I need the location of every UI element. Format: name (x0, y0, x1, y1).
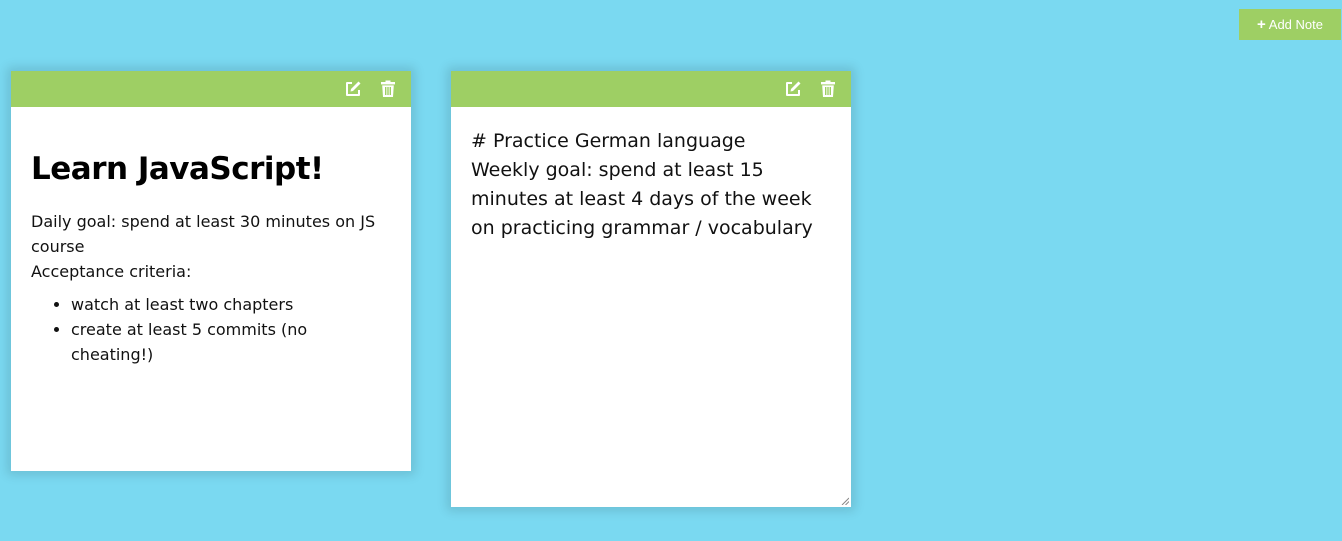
note-title: Learn JavaScript! (31, 151, 324, 187)
resize-grip-icon[interactable] (841, 497, 849, 505)
note-paragraph: Daily goal: spend at least 30 minutes on… (31, 209, 391, 284)
note-toolbar (11, 71, 411, 107)
trash-icon[interactable] (818, 79, 838, 99)
add-note-label: Add Note (1268, 17, 1323, 32)
note-card: Learn JavaScript! Daily goal: spend at l… (11, 71, 411, 471)
add-note-button[interactable]: + Add Note (1239, 9, 1341, 40)
note-editor[interactable]: # Practice German language Weekly goal: … (451, 107, 851, 507)
note-toolbar (451, 71, 851, 107)
list-item: watch at least two chapters (71, 292, 391, 317)
edit-icon[interactable] (783, 79, 803, 99)
edit-icon[interactable] (343, 79, 363, 99)
note-list: watch at least two chapters create at le… (31, 292, 391, 367)
list-item: create at least 5 commits (no cheating!) (71, 317, 391, 367)
note-paragraph-line: Daily goal: spend at least 30 minutes on… (31, 212, 376, 256)
note-paragraph-line: Acceptance criteria: (31, 262, 192, 281)
note-card-editing: # Practice German language Weekly goal: … (451, 71, 851, 507)
note-content: Learn JavaScript! Daily goal: spend at l… (11, 107, 411, 387)
trash-icon[interactable] (378, 79, 398, 99)
plus-icon: + (1257, 15, 1266, 33)
